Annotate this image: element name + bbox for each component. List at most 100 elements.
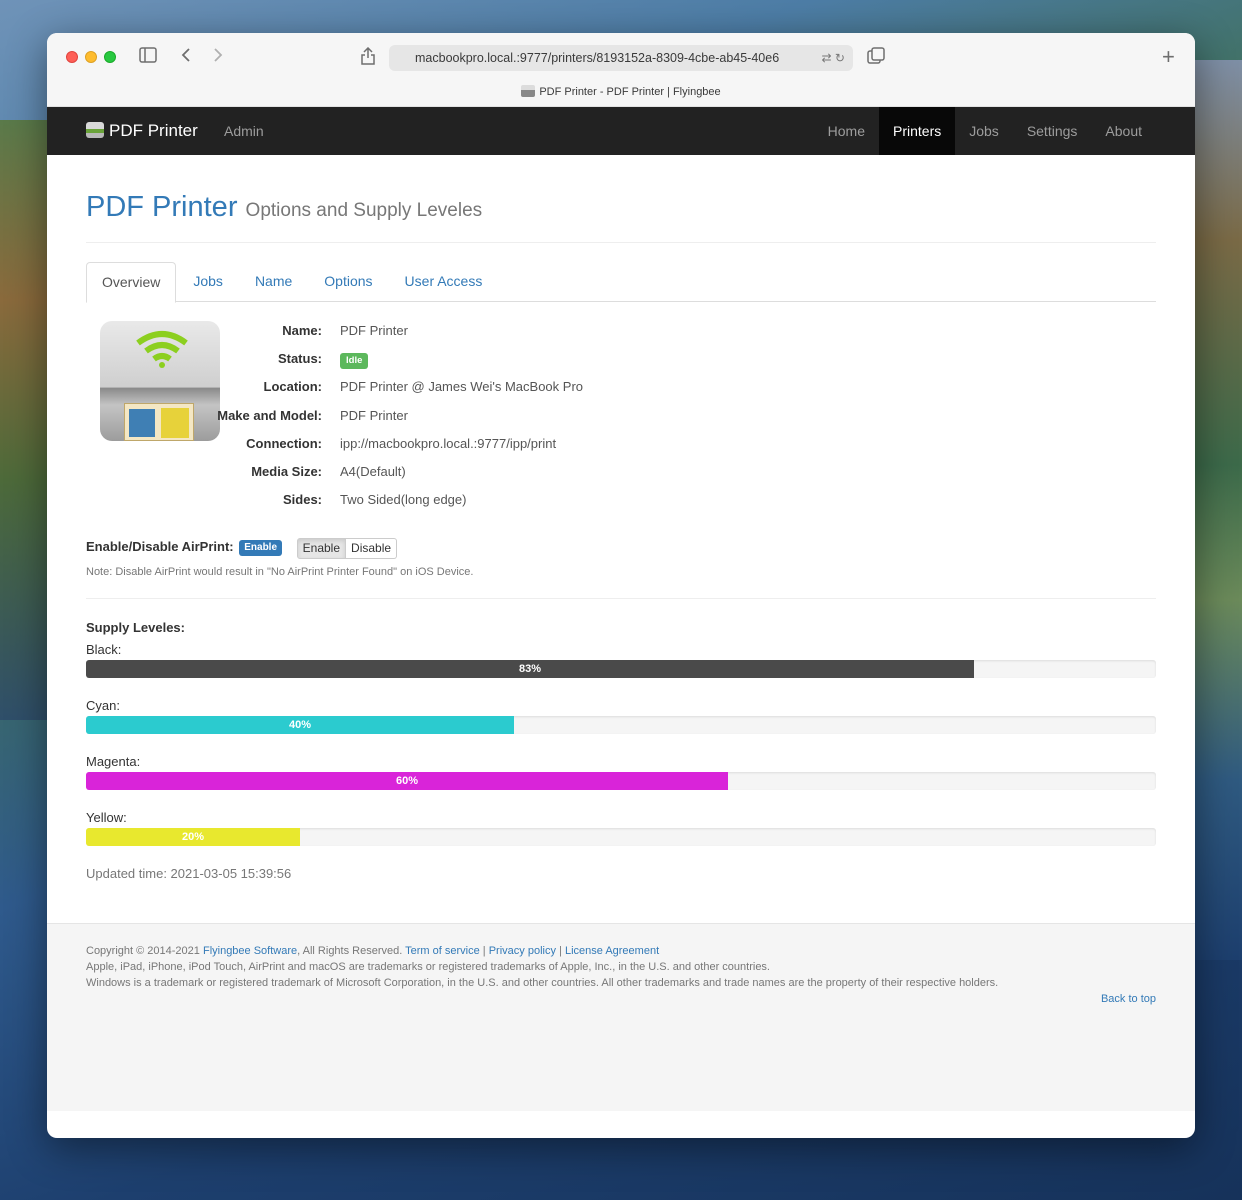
info-value: PDF Printer: [340, 323, 408, 338]
info-row-status: Status: Idle: [86, 349, 1156, 377]
info-label: Status:: [277, 351, 322, 367]
info-row-media-size: Media Size: A4(Default): [86, 462, 1156, 490]
rights-text: , All Rights Reserved.: [297, 945, 403, 957]
overview-panel: Name: PDF Printer Status: Idle Location: PD…: [86, 302, 1156, 524]
info-value: Two Sided(long edge): [340, 492, 467, 508]
page-title-text: PDF Printer: [86, 191, 238, 223]
supply-progress-bar: 40%: [86, 716, 514, 734]
site-navbar: PDF Printer Admin Home Printers Jobs Set…: [47, 107, 1195, 155]
supply-progress: 20%: [86, 828, 1156, 846]
info-label: Media Size:: [251, 463, 322, 479]
tab-name[interactable]: Name: [240, 262, 307, 301]
info-value: A4(Default): [340, 463, 406, 479]
terms-link[interactable]: Term of service: [405, 945, 480, 957]
tab-title-text: PDF Printer - PDF Printer | Flyingbee: [539, 86, 721, 98]
info-row-make-model: Make and Model: PDF Printer: [86, 406, 1156, 434]
supply-label: Magenta:: [86, 754, 141, 769]
supply-item: Yellow: 20%: [86, 810, 1156, 846]
back-to-top-row: Back to top: [86, 991, 1156, 1007]
window-controls: [66, 51, 116, 63]
airprint-enable-button[interactable]: Enable: [296, 538, 347, 559]
new-tab-icon[interactable]: +: [1162, 46, 1175, 68]
admin-link[interactable]: Admin: [224, 107, 264, 155]
tab-user-access[interactable]: User Access: [390, 262, 498, 301]
tab-options[interactable]: Options: [309, 262, 387, 301]
supply-label: Cyan:: [86, 698, 120, 713]
supply-progress-bar: 20%: [86, 828, 300, 846]
supply-item: Magenta: 60%: [86, 754, 1156, 790]
airprint-label: Enable/Disable AirPrint:: [86, 539, 234, 554]
translate-reload-icons[interactable]: ⇄ ↻: [822, 45, 845, 71]
info-label: Make and Model:: [217, 407, 322, 423]
company-link[interactable]: Flyingbee Software: [203, 945, 297, 957]
page-subtitle: Options and Supply Leveles: [245, 200, 483, 221]
supply-label: Yellow:: [86, 810, 127, 825]
nav-home[interactable]: Home: [814, 107, 879, 155]
supply-progress-bar: 83%: [86, 660, 975, 678]
supply-item: Cyan: 40%: [86, 698, 1156, 734]
printer-logo-icon: [86, 122, 104, 138]
supply-item: Black: 83%: [86, 642, 1156, 678]
nav-printers[interactable]: Printers: [879, 107, 956, 155]
footer-copyright: Copyright © 2014-2021 Flyingbee Software…: [86, 945, 660, 957]
updated-time: Updated time: 2021-03-05 15:39:56: [86, 866, 292, 881]
info-label: Connection:: [246, 435, 322, 451]
info-row-location: Location: PDF Printer @ James Wei's MacBo…: [86, 377, 1156, 405]
printer-tabs: Overview Jobs Name Options User Access: [86, 262, 1156, 303]
supply-levels: Black: 83% Cyan: 40% Magenta: 60% Yellow: 20%: [86, 642, 1156, 846]
tabs-overview-icon[interactable]: [867, 47, 885, 69]
supply-progress-bar: 60%: [86, 772, 728, 790]
main-content: PDF Printer Options and Supply Leveles O…: [47, 155, 1195, 881]
nav-jobs[interactable]: Jobs: [955, 107, 1013, 155]
supply-label: Black:: [86, 642, 122, 657]
close-window-button[interactable]: [66, 51, 78, 63]
back-to-top-link[interactable]: Back to top: [1101, 993, 1156, 1005]
divider: [86, 598, 1156, 599]
zoom-window-button[interactable]: [104, 51, 116, 63]
share-icon[interactable]: [360, 46, 376, 69]
microsoft-trademark-note: Windows is a trademark or registered tra…: [86, 977, 999, 989]
printer-favicon-icon: [521, 85, 536, 97]
info-value: Idle: [340, 349, 369, 377]
footer: Copyright © 2014-2021 Flyingbee Software…: [47, 923, 1195, 1111]
apple-trademark-note: Apple, iPad, iPhone, iPod Touch, AirPrin…: [86, 961, 770, 973]
tab-overview[interactable]: Overview: [86, 262, 177, 303]
info-value: ipp://macbookpro.local.:9777/ipp/print: [340, 435, 557, 451]
info-row-name: Name: PDF Printer: [86, 321, 1156, 349]
tab-jobs[interactable]: Jobs: [178, 262, 238, 301]
nav-about[interactable]: About: [1091, 107, 1156, 155]
info-label: Name:: [282, 323, 322, 338]
supply-progress: 40%: [86, 716, 1156, 734]
info-value: PDF Printer @ James Wei's MacBook Pro: [340, 379, 584, 395]
url-text: macbookpro.local.:9777/printers/8193152a…: [415, 51, 780, 65]
browser-window: macbookpro.local.:9777/printers/8193152a…: [47, 33, 1195, 1138]
sidebar-toggle-icon[interactable]: [139, 47, 157, 67]
license-link[interactable]: License Agreement: [565, 945, 659, 957]
airprint-toggle-group: Enable Disable: [296, 538, 398, 559]
supply-progress: 60%: [86, 772, 1156, 790]
page-header: PDF Printer Options and Supply Leveles: [86, 155, 1156, 243]
page-title: PDF Printer Options and Supply Leveles: [86, 191, 1156, 224]
airprint-control: Enable/Disable AirPrint: Enable Enable D…: [86, 538, 1156, 559]
tab-title[interactable]: PDF Printer - PDF Printer | Flyingbee: [47, 85, 1195, 98]
airprint-disable-button[interactable]: Disable: [346, 538, 398, 559]
brand-link[interactable]: PDF Printer: [86, 107, 198, 155]
address-bar[interactable]: macbookpro.local.:9777/printers/8193152a…: [389, 45, 853, 71]
brand-text: PDF Printer: [109, 121, 198, 140]
info-value: PDF Printer: [340, 407, 408, 423]
forward-icon[interactable]: [213, 47, 223, 67]
privacy-link[interactable]: Privacy policy: [489, 945, 556, 957]
copyright-text: Copyright © 2014-2021: [86, 945, 200, 957]
info-label: Location:: [263, 379, 323, 395]
nav-settings[interactable]: Settings: [1013, 107, 1092, 155]
back-icon[interactable]: [181, 47, 191, 67]
info-row-connection: Connection: ipp://macbookpro.local.:9777/…: [86, 434, 1156, 462]
nav-links: Home Printers Jobs Settings About: [814, 107, 1156, 155]
info-row-sides: Sides: Two Sided(long edge): [86, 490, 1156, 518]
supply-progress: 83%: [86, 660, 1156, 678]
airprint-note: Note: Disable AirPrint would result in "…: [86, 566, 474, 578]
airprint-state-badge: Enable: [239, 540, 283, 556]
printer-info: Name: PDF Printer Status: Idle Location: PD…: [86, 321, 1156, 518]
minimize-window-button[interactable]: [85, 51, 97, 63]
supply-title: Supply Leveles:: [86, 620, 185, 635]
